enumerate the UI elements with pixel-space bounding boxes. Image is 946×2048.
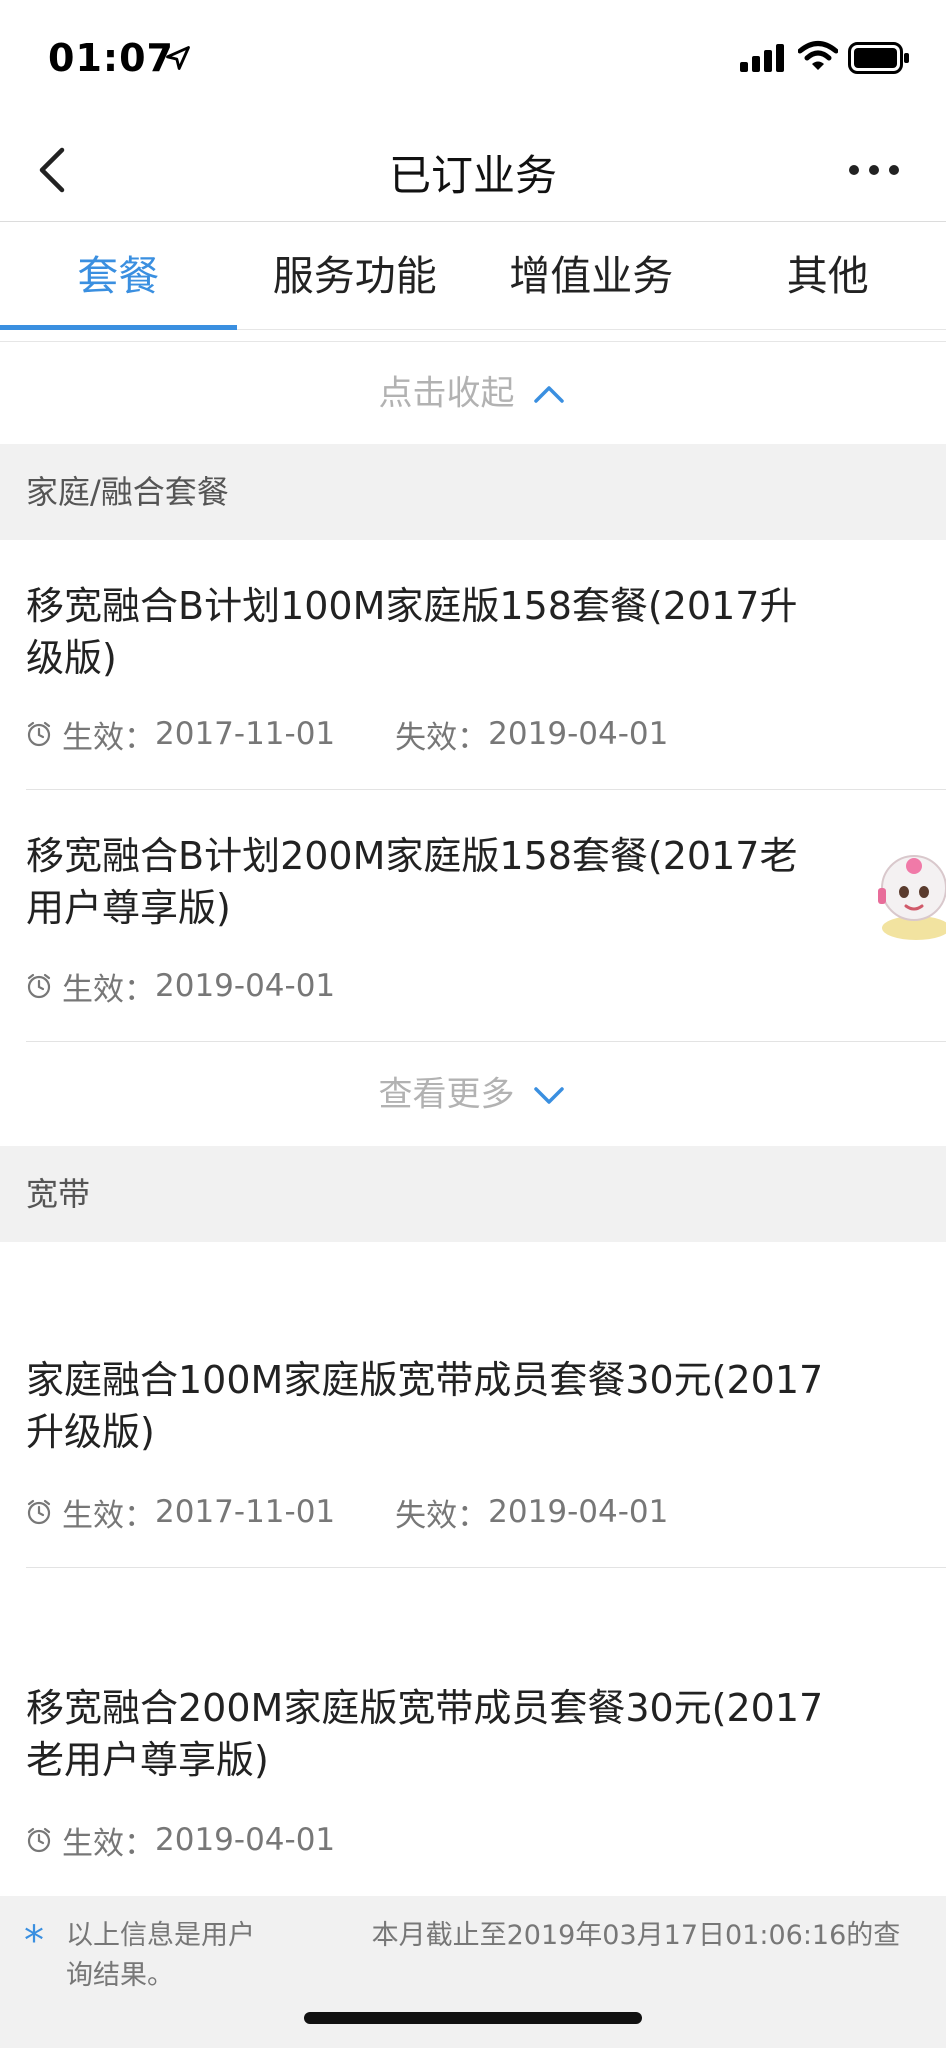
clock-icon [27, 1827, 51, 1853]
assistant-avatar-icon[interactable] [874, 848, 946, 940]
clock-icon [27, 973, 51, 999]
item-dates: 生效： 2017-11-01 失效： 2019-04-01 [26, 1492, 669, 1534]
effective-date: 2019-04-01 [155, 1822, 336, 1858]
notice-text: 以上信息是用户 本月截止至2019年03月17日01:06:16的查询结果。 [66, 1920, 901, 1991]
effective-label: 生效： [62, 1497, 155, 1534]
expire-date: 2019-04-01 [488, 1494, 669, 1530]
list-item[interactable]: 移宽融合B计划200M家庭版158套餐(2017老用户尊享版) 生效： 2019… [0, 790, 946, 1042]
effective-date: 2017-11-01 [155, 716, 336, 752]
item-title: 移宽融合200M家庭版宽带成员套餐30元(2017老用户尊享版) [26, 1686, 824, 1782]
section-header-family: 家庭/融合套餐 [0, 444, 946, 540]
more-dots-icon[interactable] [846, 148, 902, 192]
chevron-up-icon [533, 385, 564, 403]
list-item[interactable]: 移宽融合B计划100M家庭版158套餐(2017升级版) 生效： 2017-11… [0, 540, 946, 790]
effective-label: 生效： [62, 971, 155, 1008]
effective-date: 2017-11-01 [155, 1494, 336, 1530]
effective-label: 生效： [62, 1825, 155, 1862]
tab-service-functions[interactable]: 服务功能 [237, 222, 474, 330]
item-dates: 生效： 2019-04-01 [26, 1820, 336, 1862]
page: 01:07 已订业务 套餐 服务功能 增值业务 其他 点击收起 家庭/融合套餐 … [0, 0, 946, 2048]
expire-label: 失效： [395, 719, 489, 756]
section-header-broadband: 宽带 [0, 1146, 946, 1242]
item-title: 移宽融合B计划200M家庭版158套餐(2017老用户尊享版) [26, 834, 798, 930]
chevron-down-icon [533, 1086, 564, 1104]
effective-label: 生效： [62, 719, 155, 756]
list-item[interactable]: 移宽融合200M家庭版宽带成员套餐30元(2017老用户尊享版) 生效： 201… [0, 1568, 946, 1896]
location-arrow-icon [166, 46, 190, 70]
battery-icon [848, 42, 909, 74]
expire-label: 失效： [395, 1497, 489, 1534]
tab-value-added[interactable]: 增值业务 [473, 222, 710, 330]
query-notice: * 以上信息是用户 本月截止至2019年03月17日01:06:16的查询结果。 [0, 1896, 946, 2048]
tab-bar: 套餐 服务功能 增值业务 其他 [0, 222, 946, 330]
expire-date: 2019-04-01 [488, 716, 669, 752]
item-dates: 生效： 2019-04-01 [26, 966, 336, 1008]
wifi-icon [798, 41, 838, 70]
item-title: 移宽融合B计划100M家庭版158套餐(2017升级版) [26, 584, 798, 680]
view-more-label: 查看更多 [378, 1074, 515, 1115]
status-time: 01:07 [48, 36, 174, 80]
list-item[interactable]: 家庭融合100M家庭版宽带成员套餐30元(2017升级版) 生效： 2017-1… [0, 1242, 946, 1568]
signal-bars-icon [740, 44, 784, 72]
page-title: 已订业务 [388, 151, 557, 200]
status-bar: 01:07 [0, 0, 946, 118]
tab-divider [0, 330, 946, 342]
tab-other[interactable]: 其他 [710, 222, 946, 330]
view-more-toggle[interactable]: 查看更多 [0, 1042, 946, 1146]
asterisk-icon: * [24, 1918, 44, 1964]
clock-icon [27, 1499, 51, 1525]
item-title: 家庭融合100M家庭版宽带成员套餐30元(2017升级版) [26, 1358, 824, 1454]
tab-package[interactable]: 套餐 [0, 222, 237, 330]
collapse-toggle[interactable]: 点击收起 [0, 343, 946, 444]
effective-date: 2019-04-01 [155, 968, 336, 1004]
navigation-bar: 已订业务 [0, 118, 946, 222]
clock-icon [27, 721, 51, 747]
collapse-label: 点击收起 [378, 373, 515, 414]
item-dates: 生效： 2017-11-01 失效： 2019-04-01 [26, 714, 669, 756]
home-indicator[interactable] [304, 2012, 642, 2024]
